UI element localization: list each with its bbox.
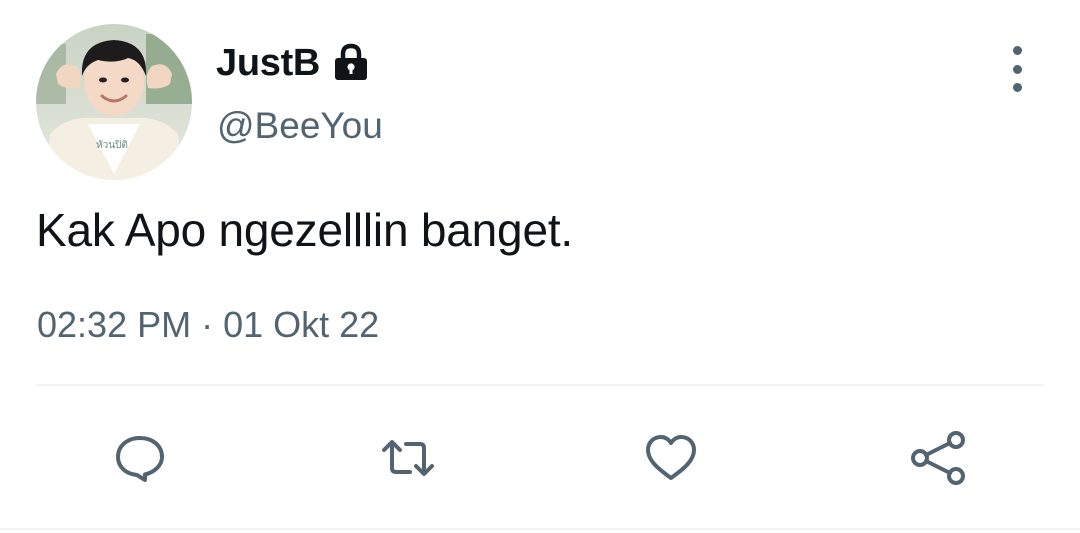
like-button[interactable] — [641, 428, 701, 488]
share-button[interactable] — [908, 428, 968, 488]
divider — [36, 384, 1044, 386]
heart-icon — [646, 435, 696, 480]
tweet-card: หัวนปิติ JustB @BeeYou Kak Apo ngezellli… — [0, 0, 1080, 533]
avatar-image: หัวนปิติ — [36, 24, 192, 180]
avatar-shirt-text: หัวนปิติ — [96, 140, 128, 151]
author-row: JustB — [216, 38, 372, 88]
bottom-divider — [0, 528, 1080, 530]
meta-separator: · — [201, 304, 214, 345]
tweet-text: Kak Apo ngezelllin banget. — [36, 204, 573, 256]
retweet-icon — [382, 440, 434, 476]
more-dot — [1012, 64, 1022, 74]
lock-icon — [330, 42, 372, 84]
more-dot — [1012, 83, 1022, 92]
share-icon — [911, 431, 965, 485]
avatar[interactable]: หัวนปิติ — [36, 24, 192, 180]
comment-icon — [116, 436, 164, 482]
display-name[interactable]: JustB — [216, 42, 320, 85]
more-options-icon[interactable] — [1000, 46, 1034, 92]
retweet-button[interactable] — [378, 428, 438, 488]
user-handle[interactable]: @BeeYou — [217, 105, 383, 147]
tweet-time: 02:32 PM — [37, 304, 192, 345]
more-dot — [1012, 46, 1022, 55]
tweet-timestamp[interactable]: 02:32 PM · 01 Okt 22 — [37, 304, 379, 346]
reply-button[interactable] — [110, 428, 170, 488]
tweet-date: 01 Okt 22 — [223, 304, 380, 345]
